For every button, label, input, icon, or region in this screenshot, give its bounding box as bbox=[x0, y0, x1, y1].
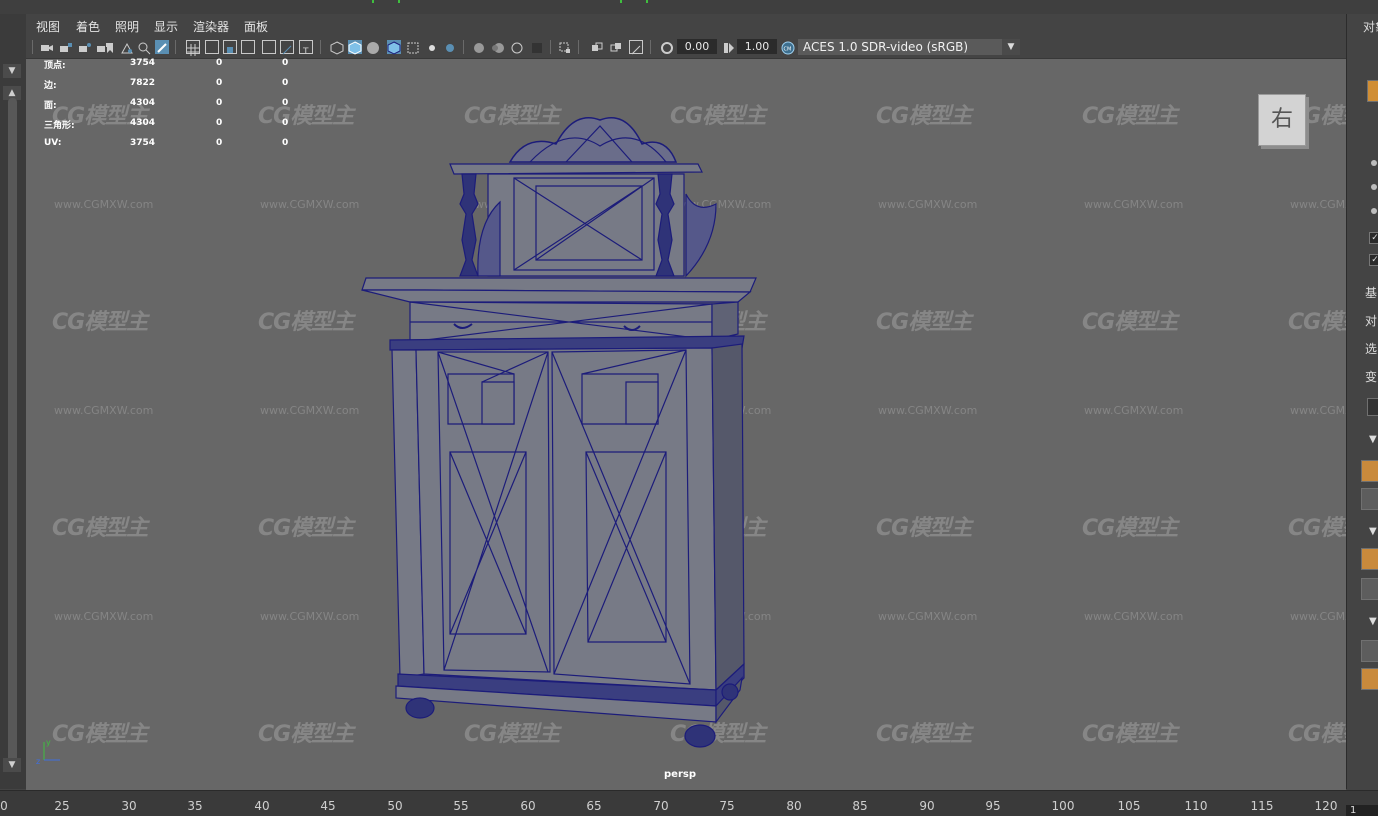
section-label: 对 bbox=[1365, 314, 1378, 328]
range-marker bbox=[372, 0, 400, 3]
bevel-icon[interactable] bbox=[1361, 668, 1378, 690]
frame-tick: 60 bbox=[520, 799, 536, 813]
top-strip bbox=[0, 0, 1378, 14]
frame-tick: 35 bbox=[187, 799, 203, 813]
layers-icon[interactable] bbox=[1361, 578, 1378, 600]
frame-tick: 40 bbox=[254, 799, 270, 813]
frame-tick: 110 bbox=[1184, 799, 1208, 813]
frame-tick: 0 bbox=[0, 799, 8, 813]
frame-tick: 100 bbox=[1051, 799, 1075, 813]
viewport-panel[interactable]: 视图 着色 照明 显示 渲染器 面板 T 0.00 1.00 CM ACES 1… bbox=[26, 14, 1378, 790]
camera-name-label: persp bbox=[664, 769, 696, 780]
extrude-icon[interactable] bbox=[1361, 548, 1378, 570]
axis-z-label: z bbox=[36, 757, 40, 766]
scrollbar-track[interactable] bbox=[8, 98, 17, 770]
panel-title: 对象 bbox=[1363, 20, 1378, 34]
grid-tool-icon[interactable] bbox=[1361, 488, 1378, 510]
checkbox[interactable]: ✓ bbox=[1369, 254, 1378, 266]
frame-tick: 65 bbox=[586, 799, 602, 813]
radio-button[interactable] bbox=[1371, 160, 1377, 166]
object-type-icon bbox=[1367, 80, 1378, 102]
frame-tick: 50 bbox=[387, 799, 403, 813]
section-label: 选 bbox=[1365, 342, 1378, 356]
frame-tick: 80 bbox=[786, 799, 802, 813]
checkbox[interactable]: ✓ bbox=[1369, 232, 1378, 244]
frame-tick: 95 bbox=[985, 799, 1001, 813]
frame-tick: 30 bbox=[121, 799, 137, 813]
frame-tick: 115 bbox=[1250, 799, 1274, 813]
attribute-panel: 对象 ✓ ✓ 基 对 选 变 ▼ ▼ ▼ bbox=[1346, 14, 1378, 789]
collapse-arrow-icon[interactable]: ▼ bbox=[1369, 526, 1377, 537]
polygon-cube-icon[interactable] bbox=[1361, 460, 1378, 482]
scroll-up-arrow-icon[interactable]: ▼ bbox=[3, 64, 21, 78]
axis-y-label: y bbox=[46, 738, 51, 747]
time-slider[interactable]: 0 25 30 35 40 45 50 55 60 65 70 75 80 85… bbox=[0, 790, 1378, 816]
collapse-arrow-icon[interactable]: ▼ bbox=[1369, 616, 1377, 627]
radio-button[interactable] bbox=[1371, 184, 1377, 190]
frame-tick: 90 bbox=[919, 799, 935, 813]
scroll-down-arrow-icon[interactable]: ▼ bbox=[3, 758, 21, 772]
frame-tick: 85 bbox=[852, 799, 868, 813]
slider-handle[interactable] bbox=[1367, 398, 1378, 416]
section-label: 变 bbox=[1365, 370, 1378, 384]
section-label: 基 bbox=[1365, 286, 1378, 300]
frame-tick: 75 bbox=[719, 799, 735, 813]
frame-tick: 105 bbox=[1117, 799, 1141, 813]
viewcube[interactable]: 右 bbox=[1258, 94, 1306, 146]
edit-edge-icon[interactable] bbox=[1361, 640, 1378, 662]
collapse-arrow-icon[interactable]: ▼ bbox=[1369, 434, 1377, 445]
frame-tick: 45 bbox=[320, 799, 336, 813]
cabinet-model[interactable] bbox=[26, 14, 1346, 790]
left-scroll-column: ▼ ▲ ▼ bbox=[0, 14, 27, 789]
frame-tick: 55 bbox=[453, 799, 469, 813]
frame-tick: 120 bbox=[1314, 799, 1338, 813]
radio-button[interactable] bbox=[1371, 208, 1377, 214]
axis-gizmo: y z bbox=[36, 738, 60, 766]
frame-tick: 70 bbox=[653, 799, 669, 813]
frame-tick: 25 bbox=[54, 799, 70, 813]
current-frame-field[interactable]: 1 bbox=[1346, 805, 1378, 816]
range-marker bbox=[620, 0, 648, 3]
